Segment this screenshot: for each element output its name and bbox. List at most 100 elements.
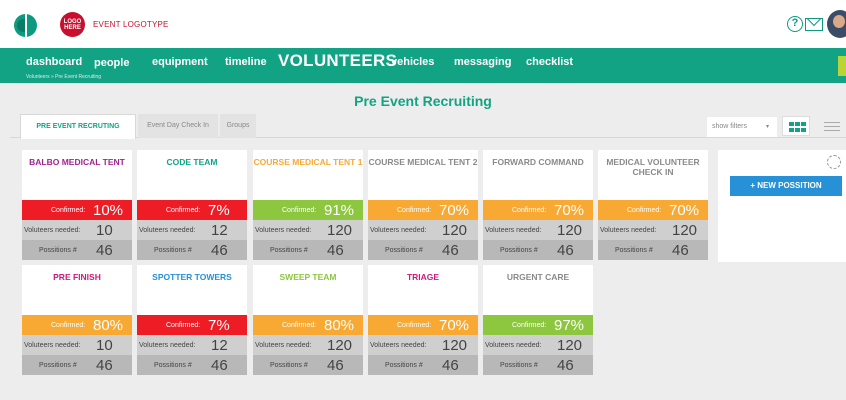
confirmed-row: Confirmed: 70% — [598, 200, 708, 220]
show-filters-dropdown[interactable]: show filters ▾ — [707, 117, 777, 137]
grid-icon-cell — [795, 128, 800, 132]
positions-row: Possitions # 46 — [483, 240, 593, 260]
volunteers-needed-row-label: Voluteers needed: — [24, 342, 81, 349]
positions-row-label: Possitions # — [500, 362, 538, 369]
list-icon-line — [824, 126, 840, 127]
volunteers-needed-row-label: Voluteers needed: — [370, 342, 427, 349]
envelope-icon[interactable] — [805, 18, 823, 31]
position-card[interactable]: SPOTTER TOWERS Confirmed: 7% Voluteers need… — [137, 265, 247, 375]
app-logo-icon[interactable] — [14, 14, 37, 37]
position-card[interactable]: MEDICAL VOLUNTEER CHECK IN Confirmed: 70% V… — [598, 150, 708, 260]
grid-icon-cell — [801, 128, 806, 132]
positions-row-label: Possitions # — [270, 247, 308, 254]
nav-checklist[interactable]: checklist — [526, 56, 573, 68]
positions-row-value: 46 — [96, 357, 113, 374]
confirmed-row-value: 7% — [208, 202, 230, 219]
brand-name: EVENT LOGOTYPE — [93, 20, 169, 29]
volunteers-needed-row: Voluteers needed: 12 — [137, 335, 247, 355]
volunteers-needed-row: Voluteers needed: 12 — [137, 220, 247, 240]
confirmed-row: Confirmed: 97% — [483, 315, 593, 335]
positions-row: Possitions # 46 — [22, 240, 132, 260]
volunteers-needed-row: Voluteers needed: 120 — [598, 220, 708, 240]
positions-row-value: 46 — [672, 242, 689, 259]
breadcrumb: Volunteers » Pre Event Recruiting — [26, 74, 102, 80]
grid-icon-cell — [801, 122, 806, 126]
positions-row-value: 46 — [96, 242, 113, 259]
volunteers-needed-row: Voluteers needed: 120 — [368, 220, 478, 240]
nav-dashboard[interactable]: dashboard — [26, 56, 82, 68]
confirmed-row-label: Confirmed: — [51, 207, 86, 214]
positions-row: Possitions # 46 — [483, 355, 593, 375]
confirmed-row-label: Confirmed: — [282, 207, 317, 214]
positions-row-value: 46 — [557, 242, 574, 259]
confirmed-row-value: 70% — [669, 202, 700, 219]
position-card[interactable]: PRE FINISH Confirmed: 80% Voluteers needed:… — [22, 265, 132, 375]
confirmed-row-value: 80% — [93, 317, 124, 334]
position-title: PRE FINISH — [53, 272, 101, 282]
nav-messaging[interactable]: messaging — [454, 56, 511, 68]
tab-event-day-check-in[interactable]: Event Day Check In — [138, 114, 218, 138]
positions-row-label: Possitions # — [615, 247, 653, 254]
help-icon[interactable]: ? — [787, 16, 803, 32]
volunteers-needed-row-label: Voluteers needed: — [370, 227, 427, 234]
positions-row-value: 46 — [211, 357, 228, 374]
volunteers-needed-row-value: 120 — [442, 337, 468, 354]
list-view-button[interactable] — [818, 116, 846, 136]
positions-row-label: Possitions # — [154, 247, 192, 254]
position-title: SWEEP TEAM — [279, 272, 337, 282]
position-card[interactable]: FORWARD COMMAND Confirmed: 70% Voluteers ne… — [483, 150, 593, 260]
positions-row: Possitions # 46 — [253, 240, 363, 260]
positions-row-value: 46 — [442, 357, 459, 374]
position-title: COURSE MEDICAL TENT 1 — [253, 157, 363, 167]
volunteers-needed-row-label: Voluteers needed: — [485, 227, 542, 234]
volunteers-needed-row-value: 10 — [96, 337, 113, 354]
positions-row: Possitions # 46 — [598, 240, 708, 260]
positions-row: Possitions # 46 — [368, 240, 478, 260]
volunteers-needed-row-value: 120 — [557, 337, 583, 354]
position-card[interactable]: CODE TEAM Confirmed: 7% Voluteers needed: 12… — [137, 150, 247, 260]
new-position-button[interactable]: + NEW POSSITION — [730, 176, 842, 196]
confirmed-row-value: 70% — [439, 202, 470, 219]
confirmed-row-value: 70% — [439, 317, 470, 334]
volunteers-needed-row-label: Voluteers needed: — [24, 227, 81, 234]
nav-volunteers[interactable]: VOLUNTEERS — [278, 51, 397, 71]
confirmed-row-value: 80% — [324, 317, 355, 334]
volunteers-needed-row-value: 12 — [211, 337, 228, 354]
positions-row-label: Possitions # — [500, 247, 538, 254]
position-title: MEDICAL VOLUNTEER CHECK IN — [606, 157, 700, 177]
nav-timeline[interactable]: timeline — [225, 56, 267, 68]
confirmed-row-label: Confirmed: — [512, 322, 547, 329]
positions-row-value: 46 — [442, 242, 459, 259]
grid-view-button[interactable] — [782, 116, 810, 136]
avatar[interactable] — [827, 10, 846, 38]
nav-equipment[interactable]: equipment — [152, 56, 208, 68]
confirmed-row: Confirmed: 70% — [483, 200, 593, 220]
volunteers-needed-row: Voluteers needed: 120 — [483, 335, 593, 355]
position-card[interactable]: TRIAGE Confirmed: 70% Voluteers needed: 120 P… — [368, 265, 478, 375]
confirmed-row-label: Confirmed: — [282, 322, 317, 329]
position-title: TRIAGE — [406, 272, 440, 282]
position-card[interactable]: COURSE MEDICAL TENT 2 Confirmed: 70% Volute… — [368, 150, 478, 260]
volunteers-needed-row-value: 10 — [96, 222, 113, 239]
volunteers-needed-row-label: Voluteers needed: — [255, 342, 312, 349]
confirmed-row: Confirmed: 91% — [253, 200, 363, 220]
tab-pre-event-recruiting[interactable]: PRE EVENT RECRUTING — [20, 114, 136, 139]
confirmed-row: Confirmed: 7% — [137, 200, 247, 220]
grid-icon-cell — [789, 122, 794, 126]
nav-vehicles[interactable]: vehicles — [391, 56, 434, 68]
show-filters-label: show filters — [712, 123, 748, 130]
volunteers-needed-row-value: 12 — [211, 222, 228, 239]
position-card[interactable]: BALBO MEDICAL TENT Confirmed: 10% Voluteers… — [22, 150, 132, 260]
gear-icon[interactable] — [827, 155, 841, 169]
confirmed-row-value: 7% — [208, 317, 230, 334]
confirmed-row-label: Confirmed: — [397, 207, 432, 214]
position-title: SPOTTER TOWERS — [152, 272, 232, 282]
confirmed-row: Confirmed: 70% — [368, 315, 478, 335]
positions-row: Possitions # 46 — [22, 355, 132, 375]
position-card[interactable]: SWEEP TEAM Confirmed: 80% Voluteers needed:… — [253, 265, 363, 375]
tab-groups[interactable]: Groups — [220, 114, 256, 138]
position-card[interactable]: COURSE MEDICAL TENT 1 Confirmed: 91% Volute… — [253, 150, 363, 260]
list-icon-line — [824, 130, 840, 131]
position-card[interactable]: URGENT CARE Confirmed: 97% Voluteers needed… — [483, 265, 593, 375]
nav-people[interactable]: people — [94, 57, 129, 69]
